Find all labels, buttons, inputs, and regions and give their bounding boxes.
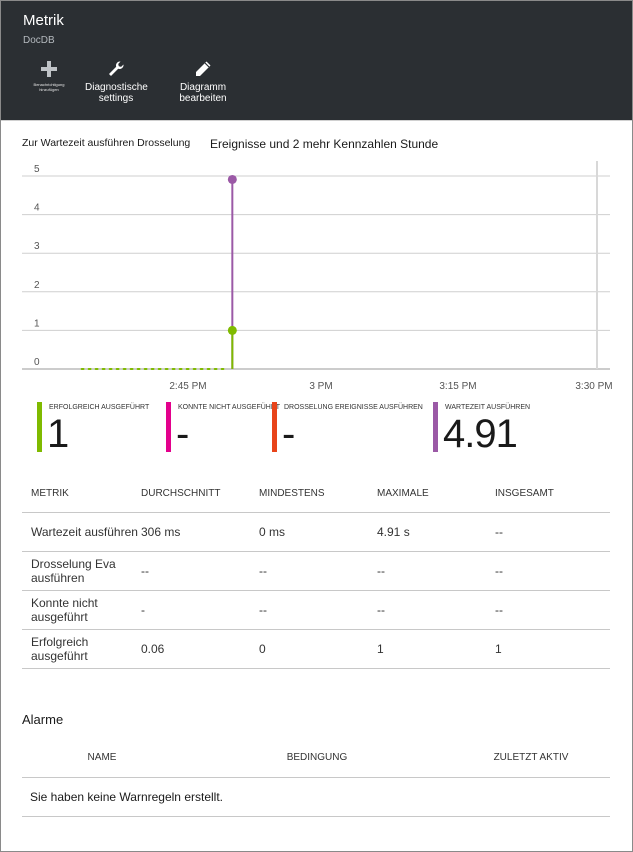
tile-value: -	[282, 412, 295, 456]
x-tick-label: 3:30 PM	[575, 381, 612, 392]
pencil-icon	[196, 61, 211, 76]
tile-value: 4.91	[443, 412, 518, 456]
diagnostic-settings-button[interactable]: Diagnostische settings	[85, 59, 148, 115]
add-alert-button[interactable]: Benachrichtigung hinzufügen	[25, 59, 73, 115]
tile-label: Wartezeit ausführen	[445, 404, 531, 411]
table-cell: 0 ms	[259, 512, 377, 552]
tile-color-bar	[272, 402, 277, 452]
tile-label: Konnte nicht ausgeführt	[178, 404, 281, 411]
blade-title: Metrik	[23, 12, 64, 29]
table-cell: -	[141, 590, 259, 630]
chart-title: Zur Wartezeit ausführen Drosselung	[22, 137, 191, 149]
diagnostic-label-1: Diagnostische	[85, 82, 148, 93]
tile-value: -	[176, 412, 189, 456]
tile-color-bar	[37, 402, 42, 452]
x-tick-label: 3 PM	[309, 381, 332, 392]
tile-failed[interactable]: Konnte nicht ausgeführt -	[166, 400, 280, 456]
metric-chart[interactable]: 0 1 2 3 4 5 2:45 PM 3 PM 3:15 PM 3:30 PM	[0, 155, 633, 400]
table-cell: Konnte nicht ausgeführt	[22, 590, 141, 630]
table-cell: 1	[495, 629, 610, 669]
table-cell: --	[495, 590, 610, 630]
alarms-empty-message: Sie haben keine Warnregeln erstellt.	[22, 777, 610, 817]
y-tick-label: 0	[34, 357, 40, 368]
alarms-column-header[interactable]: Name	[22, 738, 182, 778]
y-tick-label: 3	[34, 241, 40, 252]
y-tick-label: 4	[34, 203, 40, 214]
y-tick-label: 1	[34, 318, 40, 329]
column-header[interactable]: Maximale	[377, 476, 495, 513]
table-cell: Wartezeit ausführen	[22, 512, 141, 552]
table-header-row: Metrik Durchschnitt Mindestens Maximale …	[22, 476, 610, 513]
header-divider	[1, 120, 632, 121]
plus-icon	[41, 61, 57, 77]
table-cell: --	[259, 590, 377, 630]
tile-throttled[interactable]: Drosselung Ereignisse ausführen -	[272, 400, 432, 456]
edit-chart-button[interactable]: Diagramm bearbeiten	[157, 59, 249, 115]
tile-label: Erfolgreich ausgeführt	[49, 404, 150, 411]
table-cell: 4.91 s	[377, 512, 495, 552]
alarms-header-row: Name Bedingung Zuletzt aktiv	[22, 738, 610, 778]
alarms-table: Name Bedingung Zuletzt aktiv Sie haben k…	[22, 738, 610, 817]
column-header[interactable]: Durchschnitt	[141, 476, 259, 513]
y-tick-label: 2	[34, 280, 40, 291]
table-cell: --	[495, 551, 610, 591]
blade-header: Metrik DocDB Benachrichtigung hinzufügen…	[1, 1, 632, 120]
table-cell: Drosselung Eva ausführen	[22, 551, 141, 591]
alarms-title: Alarme	[22, 712, 64, 727]
table-cell: --	[495, 512, 610, 552]
add-alert-label: Benachrichtigung hinzufügen	[33, 82, 65, 92]
blade-subtitle: DocDB	[23, 35, 55, 46]
wrench-icon	[109, 61, 124, 76]
x-tick-label: 2:45 PM	[169, 381, 206, 392]
tile-label: Drosselung Ereignisse ausführen	[284, 404, 423, 411]
column-header[interactable]: Metrik	[22, 476, 141, 513]
table-cell: 306 ms	[141, 512, 259, 552]
table-cell: 0	[259, 629, 377, 669]
y-tick-label: 5	[34, 164, 40, 175]
x-tick-label: 3:15 PM	[439, 381, 476, 392]
table-row[interactable]: Drosselung Eva ausführen -- -- -- --	[22, 551, 610, 591]
chart-subtitle: Ereignisse und 2 mehr Kennzahlen Stunde	[210, 137, 439, 151]
table-row[interactable]: Wartezeit ausführen 306 ms 0 ms 4.91 s -…	[22, 512, 610, 552]
alarms-column-header[interactable]: Bedingung	[182, 738, 452, 778]
column-header[interactable]: Mindestens	[259, 476, 377, 513]
edit-chart-label: Diagramm bearbeiten	[179, 82, 227, 104]
tile-succeeded[interactable]: Erfolgreich ausgeführt 1	[37, 400, 167, 456]
table-row[interactable]: Konnte nicht ausgeführt - -- -- --	[22, 590, 610, 630]
data-point	[227, 325, 237, 335]
metrics-table: Metrik Durchschnitt Mindestens Maximale …	[22, 476, 610, 669]
tile-wait-time[interactable]: Wartezeit ausführen 4.91	[433, 400, 583, 456]
diagnostic-label-2: settings	[98, 93, 134, 104]
tile-color-bar	[166, 402, 171, 452]
table-cell: 1	[377, 629, 495, 669]
table-cell: Erfolgreich ausgeführt	[22, 629, 141, 669]
alarms-column-header[interactable]: Zuletzt aktiv	[452, 738, 610, 778]
tile-value: 1	[47, 412, 69, 456]
table-cell: 0.06	[141, 629, 259, 669]
tile-color-bar	[433, 402, 438, 452]
table-row[interactable]: Erfolgreich ausgeführt 0.06 0 1 1	[22, 629, 610, 669]
alarms-empty-row: Sie haben keine Warnregeln erstellt.	[22, 777, 610, 817]
table-cell: --	[141, 551, 259, 591]
table-cell: --	[377, 551, 495, 591]
table-cell: --	[259, 551, 377, 591]
data-point	[227, 174, 237, 184]
column-header[interactable]: Insgesamt	[495, 476, 610, 513]
table-cell: --	[377, 590, 495, 630]
